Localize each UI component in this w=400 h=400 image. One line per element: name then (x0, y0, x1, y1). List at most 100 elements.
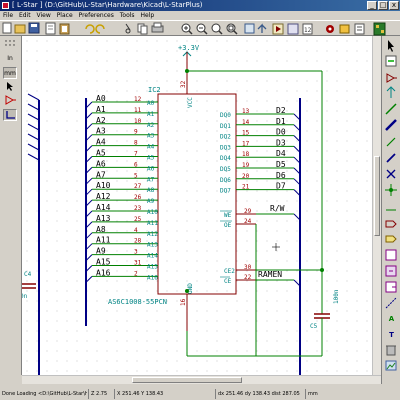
add-sheet-pin-icon[interactable] (385, 281, 397, 293)
zoom-out-icon[interactable] (196, 23, 208, 35)
add-graphic-line-icon[interactable] (385, 297, 397, 309)
add-component-icon[interactable] (386, 73, 397, 83)
c5-reference: C5 (310, 323, 318, 330)
units-mm-button[interactable]: mm (3, 67, 17, 79)
import-sheet-pin-icon[interactable] (385, 265, 397, 277)
delete-item-icon[interactable] (386, 345, 396, 356)
hierarchy-icon[interactable] (244, 23, 255, 34)
select-arrow-icon[interactable] (388, 40, 394, 52)
add-junction-icon[interactable] (385, 184, 397, 196)
pcbnew-icon[interactable] (373, 22, 386, 36)
address-pin-number: 31 (134, 260, 142, 267)
add-sheet-icon[interactable] (385, 249, 397, 261)
zoom-fit-icon[interactable] (226, 23, 238, 35)
copy-icon[interactable] (137, 23, 148, 35)
bom-icon[interactable] (354, 23, 365, 35)
bus-bus-entry-icon[interactable] (386, 153, 396, 163)
erc-icon[interactable] (326, 25, 334, 33)
cursor-shape-button[interactable] (3, 81, 17, 93)
horizontal-scrollbar[interactable] (22, 375, 381, 384)
add-hierarchical-label-icon[interactable] (385, 235, 397, 243)
data-net-label: D0 (276, 128, 286, 137)
highlight-net-icon[interactable] (385, 55, 397, 67)
add-text-icon[interactable]: A (385, 313, 398, 325)
address-pin-number: 11 (134, 107, 142, 114)
add-image-icon[interactable] (385, 360, 397, 371)
vertical-scrollbar[interactable] (372, 36, 381, 375)
address-pin-name: A4 (147, 144, 155, 151)
open-icon[interactable] (14, 24, 26, 34)
maximize-button[interactable]: □ (378, 1, 388, 10)
toolbar-icons: 12 (2, 22, 386, 36)
zoom-in-icon[interactable] (181, 23, 193, 35)
left-bus-entry (27, 123, 40, 131)
netlist-icon[interactable] (339, 24, 350, 34)
grid-icon (5, 40, 15, 46)
add-bus-icon[interactable] (385, 119, 397, 131)
menu-edit[interactable]: Edit (19, 12, 31, 19)
vertical-scroll-thumb[interactable] (374, 156, 380, 236)
c4-value: 0n (22, 293, 28, 300)
control-pin-number: 30 (244, 264, 252, 271)
data-pin-number: 21 (242, 184, 250, 191)
menu-file[interactable]: File (3, 12, 13, 19)
undo-icon[interactable] (85, 24, 95, 34)
close-button[interactable]: x (389, 1, 399, 10)
address-pin-name: A3 (147, 133, 155, 140)
add-wire-icon[interactable] (385, 103, 397, 115)
library-browser-icon[interactable] (287, 23, 299, 35)
address-net-label: A1 (96, 105, 106, 114)
data-pin-name: DQ0 (220, 112, 231, 119)
data-net-label: D1 (276, 117, 286, 126)
library-editor-icon[interactable] (272, 23, 284, 35)
vcc-pin-name: VCC (187, 97, 194, 108)
save-icon[interactable] (28, 22, 40, 34)
window-title: [ L-Star ] (D:\GitHub\L-Star\Hardware\Ki… (12, 1, 203, 9)
address-net-label: A8 (96, 225, 106, 234)
menu-help[interactable]: Help (140, 12, 154, 19)
bus-wire-angle-button[interactable] (3, 109, 17, 121)
hidden-pins-button[interactable] (3, 95, 17, 107)
add-power-icon[interactable] (386, 86, 396, 98)
zoom-redraw-icon[interactable] (211, 23, 223, 35)
status-zoom: Z 2.75 (88, 389, 107, 399)
print-icon[interactable] (151, 22, 164, 33)
address-pin-name: A7 (147, 176, 155, 183)
control-pin-name: WE (224, 212, 232, 219)
menu-place[interactable]: Place (57, 12, 73, 19)
address-net-label: A7 (96, 170, 106, 179)
data-pin-name: DQ2 (220, 134, 231, 141)
address-pin-number: 6 (134, 161, 138, 168)
menu-bar: File Edit View Place Preferences Tools H… (0, 11, 400, 20)
annotate-icon[interactable]: 12 (302, 23, 313, 35)
address-net-label: A10 (96, 181, 111, 190)
wire-bus-entry-icon[interactable] (386, 137, 396, 147)
control-pin-number: 29 (244, 208, 252, 215)
data-pin-number: 14 (242, 119, 250, 126)
menu-view[interactable]: View (37, 12, 51, 19)
leave-sheet-icon[interactable] (257, 23, 267, 33)
add-graphic-text-icon[interactable]: T (385, 329, 398, 341)
address-pin-name: A0 (147, 100, 155, 107)
address-net-label: A2 (96, 116, 106, 125)
address-net-label: A12 (96, 192, 111, 201)
menu-preferences[interactable]: Preferences (79, 12, 114, 19)
svg-text:12: 12 (304, 27, 312, 34)
schematic-canvas[interactable]: IC2 AS6C1008-55PCN +3.3V VCC 32 GND 16 A0 12 A0 A1… (22, 36, 381, 375)
grid-toggle-button[interactable] (3, 39, 17, 51)
no-connect-icon[interactable] (386, 169, 396, 179)
minimize-button[interactable]: _ (367, 1, 377, 10)
cut-icon[interactable] (125, 23, 131, 34)
page-settings-icon[interactable] (45, 22, 56, 35)
data-pin-name: DQ5 (220, 166, 231, 173)
data-net-label: D7 (276, 182, 286, 191)
junction (185, 289, 189, 293)
add-global-label-icon[interactable] (385, 220, 397, 228)
redo-icon[interactable] (95, 24, 105, 34)
units-inch-button[interactable]: In (3, 53, 17, 65)
new-sheet-icon[interactable] (2, 22, 12, 34)
address-net-label: A11 (96, 236, 111, 245)
menu-tools[interactable]: Tools (120, 12, 135, 19)
horizontal-scroll-thumb[interactable] (132, 377, 242, 383)
paste-icon[interactable] (59, 23, 70, 35)
